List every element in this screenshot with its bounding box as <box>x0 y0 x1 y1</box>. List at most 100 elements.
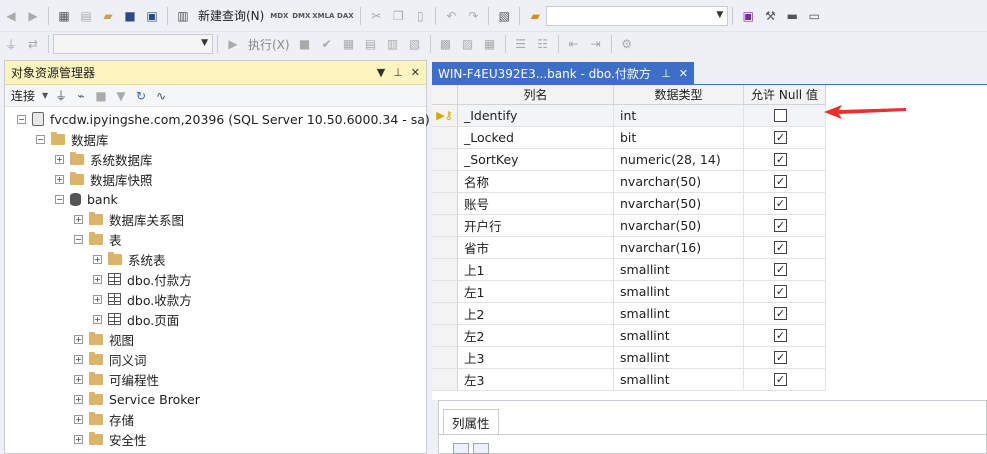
specify-values-icon[interactable]: ⚙ <box>617 34 637 54</box>
tree-node[interactable]: + dbo.页面 <box>93 309 179 329</box>
results-text-icon[interactable]: ▧ <box>405 34 425 54</box>
back-icon[interactable]: ◀ <box>1 6 21 26</box>
tab-table-designer[interactable]: WIN-F4EU392E3...bank - dbo.付款方 ⊥ ✕ <box>432 62 694 84</box>
data-type-cell[interactable]: bit <box>614 127 744 149</box>
parse-icon[interactable]: ✔ <box>317 34 337 54</box>
tree-node[interactable]: + 同义词 <box>74 349 147 369</box>
row-selector[interactable] <box>432 347 458 369</box>
close-icon[interactable]: ✕ <box>679 67 688 80</box>
activity-icon[interactable]: ∿ <box>152 86 170 106</box>
refresh-icon[interactable]: ↻ <box>132 86 150 106</box>
results-file-icon[interactable]: ▦ <box>480 34 500 54</box>
tree-node[interactable]: + dbo.收款方 <box>93 289 192 309</box>
save-icon[interactable]: ■ <box>120 6 140 26</box>
table-row[interactable]: 账号 nvarchar(50) ✓ <box>432 193 826 215</box>
row-selector[interactable] <box>432 325 458 347</box>
filter-icon[interactable]: ▼ <box>112 86 130 106</box>
allow-null-checkbox[interactable]: ✓ <box>774 175 787 188</box>
tree-node[interactable]: + 数据库关系图 <box>74 209 184 229</box>
tree-node[interactable]: + 可编程性 <box>74 369 159 389</box>
client-stats-icon[interactable]: ▨ <box>458 34 478 54</box>
column-name-cell[interactable]: 账号 <box>458 193 614 215</box>
expand-icon[interactable]: + <box>74 334 83 344</box>
pin-icon[interactable]: ⊥ <box>393 66 403 79</box>
table-row[interactable]: 上1 smallint ✓ <box>432 259 826 281</box>
column-name-cell[interactable]: 上1 <box>458 259 614 281</box>
column-name-cell[interactable]: 开户行 <box>458 215 614 237</box>
tree-node[interactable]: + dbo.付款方 <box>93 269 192 289</box>
table-row[interactable]: 省市 nvarchar(16) ✓ <box>432 237 826 259</box>
row-selector[interactable] <box>432 215 458 237</box>
row-selector[interactable] <box>432 369 458 391</box>
plan-icon[interactable]: ▦ <box>339 34 359 54</box>
table-row[interactable]: 开户行 nvarchar(50) ✓ <box>432 215 826 237</box>
tree-node[interactable]: − fvcdw.ipyingshe.com,20396 (SQL Server 1… <box>17 109 430 129</box>
column-name-cell[interactable]: 上3 <box>458 347 614 369</box>
data-type-cell[interactable]: smallint <box>614 369 744 391</box>
find-icon[interactable]: ▰ <box>525 6 545 26</box>
allow-null-checkbox[interactable]: ✓ <box>774 197 787 210</box>
expand-icon[interactable]: + <box>93 314 102 324</box>
connect-plug-icon[interactable]: ⏚ <box>52 86 70 106</box>
row-selector[interactable] <box>432 171 458 193</box>
tab-column-properties[interactable]: 列属性 <box>443 409 499 435</box>
pin-icon[interactable]: ⊥ <box>661 67 671 80</box>
wrench-icon[interactable]: ⚒ <box>760 6 780 26</box>
toolbox-icon[interactable]: ▬ <box>782 6 802 26</box>
tree-node[interactable]: − bank <box>55 189 118 209</box>
data-type-cell[interactable]: smallint <box>614 303 744 325</box>
table-row[interactable]: 左1 smallint ✓ <box>432 281 826 303</box>
expand-icon[interactable]: + <box>74 414 83 424</box>
console-icon[interactable]: ▭ <box>804 6 824 26</box>
comment-icon[interactable]: ☰ <box>511 34 531 54</box>
allow-null-checkbox[interactable]: ✓ <box>774 241 787 254</box>
table-row[interactable]: 名称 nvarchar(50) ✓ <box>432 171 826 193</box>
dropdown-icon[interactable]: ▼ <box>377 66 385 79</box>
allow-null-checkbox[interactable]: ✓ <box>774 373 787 386</box>
data-type-cell[interactable]: numeric(28, 14) <box>614 149 744 171</box>
uncomment-icon[interactable]: ☷ <box>533 34 553 54</box>
table-row[interactable]: 左3 smallint ✓ <box>432 369 826 391</box>
paste-icon[interactable]: ▯ <box>410 6 430 26</box>
data-type-cell[interactable]: smallint <box>614 259 744 281</box>
allow-null-checkbox[interactable] <box>774 109 787 122</box>
collapse-icon[interactable]: − <box>74 234 83 244</box>
data-type-cell[interactable]: nvarchar(50) <box>614 171 744 193</box>
change-connection-icon[interactable]: ⇄ <box>23 34 43 54</box>
disconnect-icon[interactable]: ⌁ <box>72 86 90 106</box>
chevron-down-icon[interactable]: ▼ <box>40 86 50 106</box>
tree-node[interactable]: + Service Broker <box>74 389 200 409</box>
expand-icon[interactable]: + <box>93 274 102 284</box>
allow-null-checkbox[interactable]: ✓ <box>774 351 787 364</box>
include-plan-icon[interactable]: ▩ <box>436 34 456 54</box>
row-selector[interactable] <box>432 149 458 171</box>
alphabetical-icon[interactable] <box>473 443 489 454</box>
data-type-cell[interactable]: int <box>614 105 744 127</box>
stop-icon[interactable]: ■ <box>92 86 110 106</box>
expand-icon[interactable]: + <box>74 354 83 364</box>
row-selector[interactable] <box>432 127 458 149</box>
expand-icon[interactable]: + <box>93 254 102 264</box>
allow-null-checkbox[interactable]: ✓ <box>774 263 787 276</box>
row-selector[interactable] <box>432 281 458 303</box>
stop-icon[interactable]: ■ <box>295 34 315 54</box>
data-type-cell[interactable]: nvarchar(50) <box>614 215 744 237</box>
column-name-cell[interactable]: 左1 <box>458 281 614 303</box>
tree-node[interactable]: + 系统表 <box>93 249 166 269</box>
allow-null-checkbox[interactable]: ✓ <box>774 307 787 320</box>
save-all-icon[interactable]: ▣ <box>142 6 162 26</box>
table-row[interactable]: 左2 smallint ✓ <box>432 325 826 347</box>
expand-icon[interactable]: + <box>93 294 102 304</box>
table-row[interactable]: 上3 smallint ✓ <box>432 347 826 369</box>
collapse-icon[interactable]: − <box>55 194 64 204</box>
column-name-cell[interactable]: 名称 <box>458 171 614 193</box>
allow-null-checkbox[interactable]: ✓ <box>774 153 787 166</box>
column-name-cell[interactable]: 左2 <box>458 325 614 347</box>
dmx-query-icon[interactable]: DMX <box>291 6 311 26</box>
column-name-cell[interactable]: 上2 <box>458 303 614 325</box>
expand-icon[interactable]: + <box>74 374 83 384</box>
row-selector[interactable] <box>432 193 458 215</box>
forward-icon[interactable]: ▶ <box>23 6 43 26</box>
allow-null-checkbox[interactable]: ✓ <box>774 131 787 144</box>
execute-icon[interactable]: ▶ <box>223 34 243 54</box>
